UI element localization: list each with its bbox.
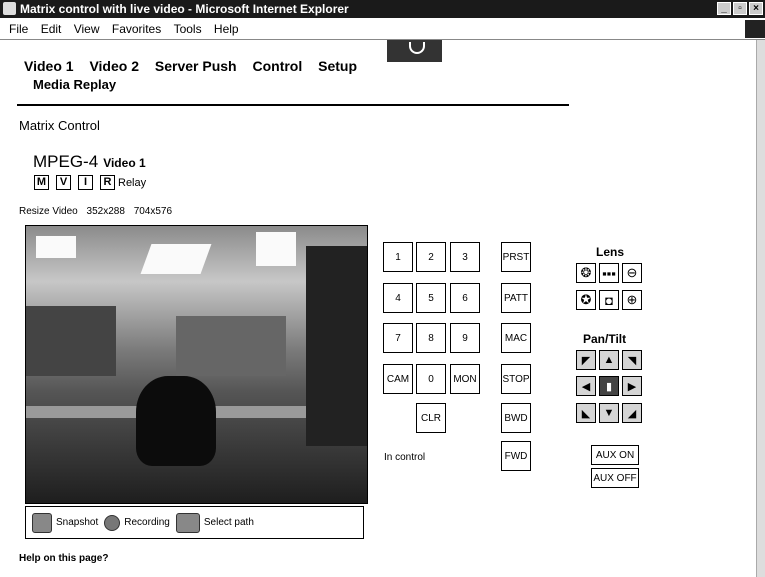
key-8[interactable]: 8 (416, 323, 446, 353)
select-path-label[interactable]: Select path (204, 517, 254, 528)
pan-right-icon[interactable]: ▶ (622, 376, 642, 396)
folder-icon[interactable] (175, 512, 200, 533)
resize-704-link[interactable]: 704x576 (134, 206, 172, 217)
stream-heading: MPEG-4 Video 1 (33, 152, 146, 172)
nav-server-push[interactable]: Server Push (155, 58, 237, 74)
stop-button[interactable]: STOP (501, 364, 531, 394)
home-position-icon[interactable]: ▮ (599, 376, 619, 396)
snapshot-icon[interactable] (32, 512, 52, 533)
aux-on-button[interactable]: AUX ON (591, 445, 639, 465)
pan-left-icon[interactable]: ◀ (576, 376, 596, 396)
key-1[interactable]: 1 (383, 242, 413, 272)
pan-down-left-icon[interactable]: ◣ (576, 403, 596, 423)
key-7[interactable]: 7 (383, 323, 413, 353)
key-clr[interactable]: CLR (416, 403, 446, 433)
snapshot-label[interactable]: Snapshot (56, 517, 98, 528)
prst-button[interactable]: PRST (501, 242, 531, 272)
lab-bench (176, 316, 286, 376)
pantilt-title: Pan/Tilt (583, 332, 627, 346)
section-title: Matrix Control (19, 118, 100, 133)
mode-i-button[interactable]: I (78, 175, 93, 190)
iris-close-icon[interactable]: ✪ (576, 290, 596, 310)
nav-video-1[interactable]: Video 1 (24, 58, 74, 74)
resize-label: Resize Video (19, 206, 78, 217)
minimize-button[interactable]: _ (717, 2, 731, 15)
key-5[interactable]: 5 (416, 283, 446, 313)
mac-button[interactable]: MAC (501, 323, 531, 353)
nav-video-2[interactable]: Video 2 (89, 58, 139, 74)
relay-label: Relay (118, 176, 147, 189)
focus-near-icon[interactable]: ◘ (599, 290, 619, 310)
menu-file[interactable]: File (9, 18, 28, 40)
key-mon[interactable]: MON (450, 364, 480, 394)
lab-shelf (26, 306, 116, 376)
zoom-out-icon[interactable]: ⊖ (622, 263, 642, 283)
tilt-down-icon[interactable]: ▼ (599, 403, 619, 423)
tilt-up-icon[interactable]: ▲ (599, 350, 619, 370)
brand-logo (387, 40, 442, 62)
codec-label: MPEG-4 (33, 152, 99, 171)
nav-control[interactable]: Control (252, 58, 302, 74)
ie-icon (3, 2, 16, 15)
key-6[interactable]: 6 (450, 283, 480, 313)
control-status: In control (384, 452, 426, 463)
focus-far-icon[interactable]: ▪▪▪ (599, 263, 619, 283)
menu-tools[interactable]: Tools (174, 18, 202, 40)
help-link[interactable]: Help on this page? (19, 553, 108, 564)
main-nav: Video 1 Video 2 Server Push Control Setu… (24, 58, 369, 74)
video-toolbar: Snapshot Recording Select path (25, 506, 364, 539)
record-icon[interactable] (104, 514, 121, 531)
menu-help[interactable]: Help (214, 18, 239, 40)
cable-rack (306, 246, 367, 446)
aux-off-button[interactable]: AUX OFF (591, 468, 639, 488)
key-9[interactable]: 9 (450, 323, 480, 353)
lens-title: Lens (596, 245, 625, 259)
bwd-button[interactable]: BWD (501, 403, 531, 433)
live-video (25, 225, 368, 504)
mode-r-button[interactable]: R (100, 175, 115, 190)
pan-up-right-icon[interactable]: ◥ (622, 350, 642, 370)
maximize-button[interactable]: ▫ (733, 2, 747, 15)
key-cam[interactable]: CAM (383, 364, 413, 394)
channel-label: Video 1 (103, 156, 146, 170)
close-button[interactable]: × (749, 2, 763, 15)
mode-v-button[interactable]: V (56, 175, 71, 190)
patt-button[interactable]: PATT (501, 283, 531, 313)
nav-setup[interactable]: Setup (318, 58, 357, 74)
pan-up-left-icon[interactable]: ◤ (576, 350, 596, 370)
recording-label[interactable]: Recording (124, 517, 170, 528)
menu-bar: File Edit View Favorites Tools Help (0, 18, 765, 40)
iris-open-icon[interactable]: ❂ (576, 263, 596, 283)
ceiling-light (36, 236, 76, 258)
mode-badges: M V I R Relay (34, 175, 146, 190)
pan-down-right-icon[interactable]: ◢ (622, 403, 642, 423)
nav-media-replay[interactable]: Media Replay (33, 77, 116, 92)
menu-view[interactable]: View (74, 18, 100, 40)
vertical-scrollbar[interactable] (756, 40, 765, 577)
menu-edit[interactable]: Edit (41, 18, 62, 40)
mode-m-button[interactable]: M (34, 175, 49, 190)
office-chair (136, 376, 216, 466)
window-titlebar: Matrix control with live video - Microso… (0, 0, 765, 18)
ceiling-light (140, 244, 212, 274)
ceiling-light (256, 232, 296, 266)
windows-logo-icon (745, 20, 765, 38)
window-title: Matrix control with live video - Microso… (20, 2, 349, 16)
key-3[interactable]: 3 (450, 242, 480, 272)
divider (17, 104, 569, 106)
menu-favorites[interactable]: Favorites (112, 18, 161, 40)
resize-video: Resize Video 352x288 704x576 (19, 206, 178, 217)
zoom-in-icon[interactable]: ⊕ (622, 290, 642, 310)
key-4[interactable]: 4 (383, 283, 413, 313)
fwd-button[interactable]: FWD (501, 441, 531, 471)
key-0[interactable]: 0 (416, 364, 446, 394)
key-2[interactable]: 2 (416, 242, 446, 272)
resize-352-link[interactable]: 352x288 (87, 206, 125, 217)
